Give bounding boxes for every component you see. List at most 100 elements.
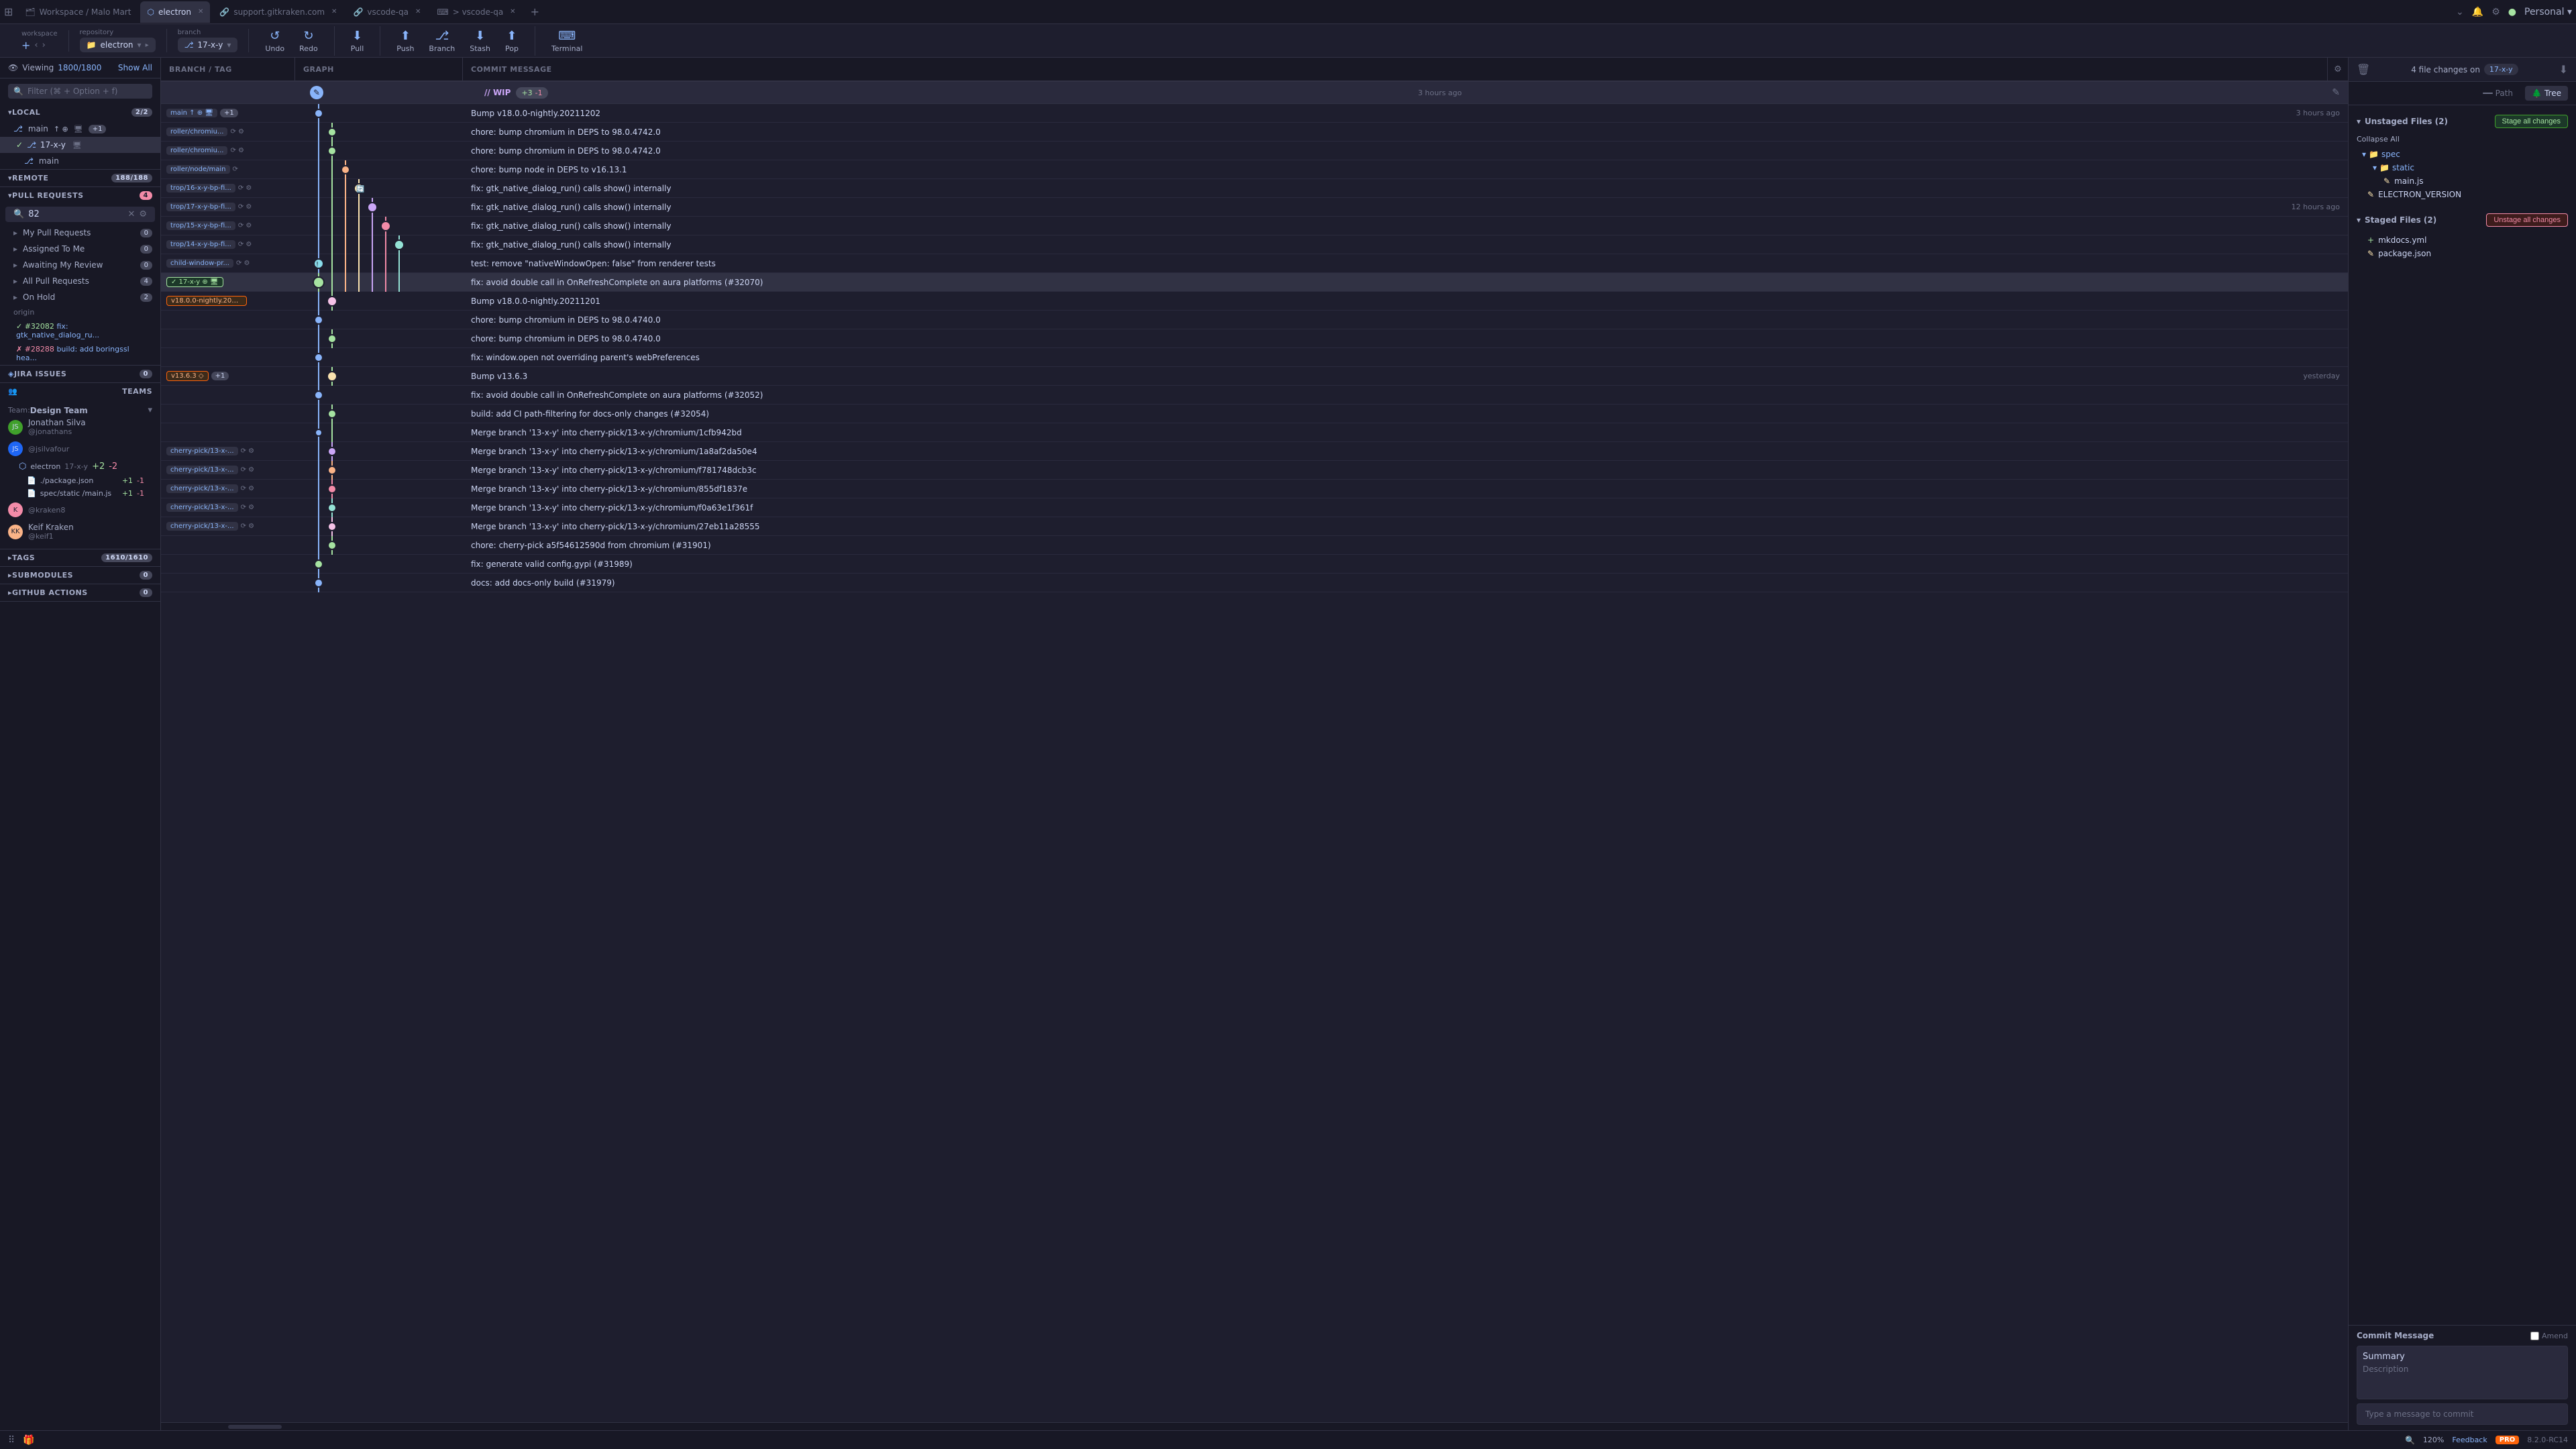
sidebar-item-all-prs[interactable]: ▸ All Pull Requests 4 — [0, 273, 160, 289]
user-avatar[interactable]: ● — [2508, 7, 2516, 17]
notification-icon[interactable]: 🔔 — [2472, 7, 2483, 17]
show-all-button[interactable]: Show All — [118, 63, 152, 72]
unstage-all-button[interactable]: Unstage all changes — [2486, 213, 2568, 227]
settings-icon[interactable]: ⚙ — [2491, 7, 2500, 17]
commit-row-roller-node[interactable]: roller/node/main ⟳ chore: bump node in D… — [161, 160, 2348, 179]
branch-selector[interactable]: ⎇ 17-x-y ▾ — [178, 38, 238, 52]
commit-row-onrefresh[interactable]: fix: avoid double call in OnRefreshCompl… — [161, 386, 2348, 405]
search-bar[interactable]: 🔍 Filter (⌘ + Option + f) — [8, 84, 152, 99]
tags-header[interactable]: ▸ TAGS 1610/1610 — [0, 549, 160, 566]
package-json-file[interactable]: ✎ package.json — [2362, 247, 2568, 260]
pr-item-32082[interactable]: ✓ #32082 fix: gtk_native_dialog_ru... — [0, 319, 160, 342]
sidebar-item-my-prs[interactable]: ▸ My Pull Requests 0 — [0, 225, 160, 241]
commit-row-17xy-fix[interactable]: ✓ 17-x-y ⊕ 🖥 fix: avoid dou — [161, 273, 2348, 292]
pull-button[interactable]: ⬇ Pull — [345, 26, 370, 56]
commit-row-cherry-4[interactable]: cherry-pick/13-x-... ⟳ ⚙ Merge branch '1… — [161, 498, 2348, 517]
commit-row-bump-chromium-1[interactable]: chore: bump chromium in DEPS to 98.0.474… — [161, 311, 2348, 329]
commit-message-input[interactable]: Type a message to commit — [2357, 1403, 2568, 1425]
branch-button[interactable]: ⎇ Branch — [423, 26, 460, 56]
commit-row-webprefs[interactable]: fix: window.open not overriding parent's… — [161, 348, 2348, 367]
redo-button[interactable]: ↻ Redo — [294, 26, 323, 56]
commit-summary-area[interactable]: Summary Description — [2357, 1346, 2568, 1399]
commit-row-v18-nightly[interactable]: v18.0.0-nightly.202... Bump v18.0.0-nigh… — [161, 292, 2348, 311]
sidebar-item-main[interactable]: ⎇ main ↑ ⊕ 🖥 +1 — [0, 121, 160, 137]
commit-row-roller-chromium-1[interactable]: roller/chromiu... ⟳ ⚙ chore: bump chromi… — [161, 123, 2348, 142]
sidebar-item-17xy[interactable]: ✓ ⎇ 17-x-y 🖥 — [0, 137, 160, 153]
commit-row-cherry-3[interactable]: cherry-pick/13-x-... ⟳ ⚙ Merge branch '1… — [161, 480, 2348, 498]
account-label[interactable]: Personal ▾ — [2524, 7, 2572, 17]
workspace-add-icon[interactable]: + — [21, 39, 30, 52]
stage-all-button[interactable]: Stage all changes — [2495, 115, 2568, 128]
amend-checkbox[interactable] — [2530, 1332, 2539, 1340]
commit-row-child-window[interactable]: child-window-pr... ⟳ ⚙ ! — [161, 254, 2348, 273]
file-main-js[interactable]: 📄 spec/static /main.js +1 -1 — [8, 487, 152, 500]
remote-header[interactable]: ▾ REMOTE 188/188 — [0, 170, 160, 186]
path-tab[interactable]: ━━ Path — [2476, 86, 2520, 101]
download-changes-icon[interactable]: ⬇ — [2559, 63, 2568, 76]
github-actions-header[interactable]: ▸ GITHUB ACTIONS 0 — [0, 584, 160, 601]
window-menu-icon[interactable]: ⊞ — [4, 5, 13, 18]
tab-terminal[interactable]: ⌨ > vscode-qa ✕ — [430, 1, 522, 23]
commit-row-cherry-5[interactable]: cherry-pick/13-x-... ⟳ ⚙ Merge branch '1… — [161, 517, 2348, 536]
scroll-track[interactable] — [228, 1425, 282, 1429]
team-member-silva[interactable]: JS @jsilvafour — [8, 439, 152, 459]
jira-header[interactable]: ◈ JIRA ISSUES 0 — [0, 366, 160, 382]
commit-row-bump-v18[interactable]: main ↑ ⊕ 🖥 +1 Bump v18.0.0-nightly.20211… — [161, 104, 2348, 123]
terminal-button[interactable]: ⌨ Terminal — [546, 26, 588, 56]
file-package-json[interactable]: 📄 ./package.json +1 -1 — [8, 474, 152, 487]
branch-badge[interactable]: 17-x-y — [2484, 64, 2518, 75]
push-button[interactable]: ⬆ Push — [391, 26, 419, 56]
commit-row-v13-bump[interactable]: v13.6.3 ◇ +1 Bump v13.6.3 yesterday — [161, 367, 2348, 386]
stash-button[interactable]: ⬇ Stash — [464, 26, 496, 56]
electron-tab-close[interactable]: ✕ — [198, 8, 203, 15]
pull-requests-header[interactable]: ▾ PULL REQUESTS 4 — [0, 187, 160, 204]
team-expand-icon[interactable]: ▾ — [148, 405, 152, 415]
graph-list-icon[interactable]: ⠿ — [8, 1435, 15, 1446]
submodules-header[interactable]: ▸ SUBMODULES 0 — [0, 567, 160, 584]
pr-filter-icon[interactable]: ⚙ — [139, 209, 147, 219]
mainjs-file[interactable]: ✎ main.js — [2362, 174, 2568, 188]
staged-collapse[interactable]: ▾ Staged Files (2) — [2357, 215, 2436, 225]
commit-row-trop-16[interactable]: trop/16-x-y-bp-fi... ⟳ ⚙ 🔄 fix: gtk_nati… — [161, 179, 2348, 198]
commit-row-bump-chromium-2[interactable]: chore: bump chromium in DEPS to 98.0.474… — [161, 329, 2348, 348]
tab-support[interactable]: 🔗 support.gitkraken.com ✕ — [213, 1, 343, 23]
wip-edit-icon[interactable]: ✎ — [2332, 87, 2340, 98]
local-header[interactable]: ▾ LOCAL 2/2 — [0, 104, 160, 121]
commits-list[interactable]: main ↑ ⊕ 🖥 +1 Bump v18.0.0-nightly.20211… — [161, 104, 2348, 1422]
sidebar-item-assigned[interactable]: ▸ Assigned To Me 0 — [0, 241, 160, 257]
commit-row-cherrypick-a5f[interactable]: chore: cherry-pick a5f54612590d from chr… — [161, 536, 2348, 555]
workspace-nav-fwd[interactable]: › — [42, 40, 46, 50]
team-member-keif[interactable]: KK Keif Kraken @keif1 — [8, 520, 152, 543]
trash-icon[interactable]: 🗑 — [2357, 63, 2370, 76]
gift-icon[interactable]: 🎁 — [23, 1435, 34, 1446]
tab-workspace[interactable]: 🗂 Workspace / Malo Mart — [18, 1, 138, 23]
static-folder[interactable]: ▾ 📁 static — [2362, 161, 2568, 174]
tab-vscode-qa[interactable]: 🔗 vscode-qa ✕ — [346, 1, 427, 23]
feedback-button[interactable]: Feedback — [2452, 1436, 2487, 1444]
electron-version-file[interactable]: ✎ ELECTRON_VERSION — [2362, 188, 2568, 201]
support-tab-close[interactable]: ✕ — [331, 8, 337, 15]
commit-row-ci-build[interactable]: build: add CI path-filtering for docs-on… — [161, 405, 2348, 423]
sidebar-item-on-hold[interactable]: ▸ On Hold 2 — [0, 289, 160, 305]
team-member-kraken[interactable]: K @kraken8 — [8, 500, 152, 520]
tab-overflow-icon[interactable]: ⌄ — [2456, 7, 2464, 17]
commit-row-trop-17[interactable]: trop/17-x-y-bp-fi... ⟳ ⚙ fix: gtk_native… — [161, 198, 2348, 217]
pr-search-bar[interactable]: 🔍 82 ✕ ⚙ — [5, 207, 155, 222]
commit-row-merge-1[interactable]: Merge branch '13-x-y' into cherry-pick/1… — [161, 423, 2348, 442]
terminal-tab-close[interactable]: ✕ — [510, 8, 515, 15]
graph-settings-icon[interactable]: ⚙ — [2328, 64, 2348, 74]
unstaged-collapse[interactable]: ▾ Unstaged Files (2) — [2357, 117, 2448, 126]
workspace-nav-back[interactable]: ‹ — [34, 40, 38, 50]
commit-row-docs-build[interactable]: docs: add docs-only build (#31979) — [161, 574, 2348, 592]
graph-bottom-scroll[interactable] — [161, 1422, 2348, 1430]
sidebar-item-main-sub[interactable]: ⎇ main — [0, 153, 160, 169]
pr-search-clear[interactable]: ✕ — [127, 209, 135, 219]
commit-row-fix-gypi[interactable]: fix: generate valid config.gypi (#31989) — [161, 555, 2348, 574]
collapse-all-btn[interactable]: Collapse All — [2357, 135, 2568, 144]
mkdocs-file[interactable]: + mkdocs.yml — [2362, 233, 2568, 247]
vscode-tab-close[interactable]: ✕ — [415, 8, 421, 15]
pop-button[interactable]: ⬆ Pop — [500, 26, 524, 56]
tab-electron[interactable]: ⬡ electron ✕ — [140, 1, 210, 23]
commit-row-roller-chromium-2[interactable]: roller/chromiu... ⟳ ⚙ chore: bump chromi… — [161, 142, 2348, 160]
tree-tab[interactable]: 🌲 Tree — [2525, 86, 2568, 101]
